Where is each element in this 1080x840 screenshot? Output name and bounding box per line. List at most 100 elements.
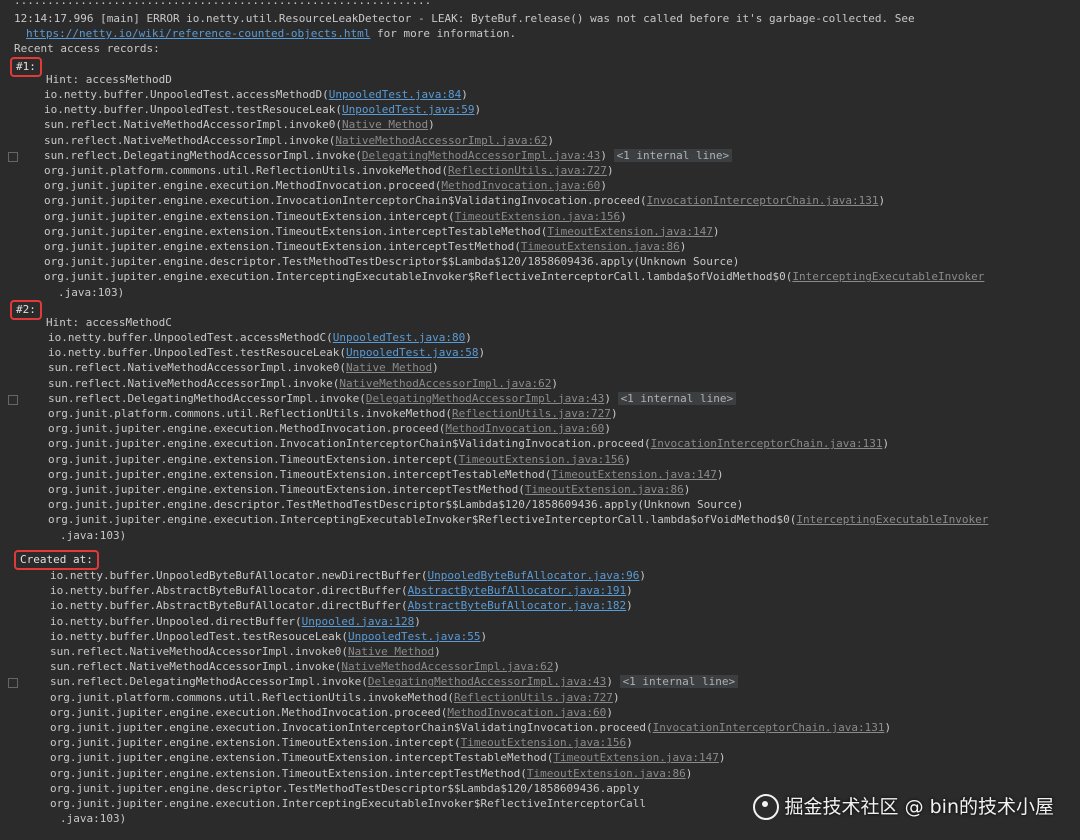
frame-suffix: )	[465, 331, 472, 344]
stack-frame: org.junit.platform.commons.util.Reflecti…	[44, 164, 614, 178]
internal-lines-toggle[interactable]: <1 internal line>	[619, 675, 739, 689]
stack-frame: org.junit.jupiter.engine.extension.Timeo…	[48, 483, 690, 497]
source-link[interactable]: TimeoutExtension.java:147	[551, 468, 717, 481]
frame-method: io.netty.buffer.UnpooledTest.testResouce…	[48, 346, 347, 360]
stack-frame: org.junit.jupiter.engine.extension.Timeo…	[48, 453, 631, 467]
header-fragment: ........................................…	[14, 0, 432, 7]
frame-method: org.junit.jupiter.engine.execution.Inter…	[50, 797, 647, 810]
frame-method: org.junit.jupiter.engine.extension.Timeo…	[44, 209, 455, 223]
stack-frame: org.junit.jupiter.engine.extension.Timeo…	[44, 210, 627, 224]
source-link[interactable]: MethodInvocation.java:60	[447, 706, 606, 719]
frame-method: org.junit.jupiter.engine.extension.Timeo…	[50, 751, 554, 765]
frame-suffix: )	[478, 346, 486, 360]
stack-frame: sun.reflect.NativeMethodAccessorImpl.inv…	[50, 660, 560, 674]
wiki-suffix: for more information.	[370, 27, 517, 40]
source-link[interactable]: UnpooledTest.java:59	[342, 103, 474, 116]
frame-method: sun.reflect.DelegatingMethodAccessorImpl…	[48, 391, 366, 405]
source-link[interactable]: Native Method	[342, 118, 428, 131]
source-link[interactable]: DelegatingMethodAccessorImpl.java:43	[366, 392, 604, 405]
frame-method: org.junit.jupiter.engine.execution.Invoc…	[48, 437, 651, 451]
stack-frame: org.junit.jupiter.engine.extension.Timeo…	[48, 468, 724, 482]
source-link[interactable]: Native Method	[348, 645, 434, 658]
frame-suffix: )	[428, 118, 435, 132]
source-link[interactable]: NativeMethodAccessorImpl.java:62	[335, 134, 547, 147]
stack-frame: sun.reflect.NativeMethodAccessorImpl.inv…	[44, 134, 554, 148]
frame-suffix: )	[620, 209, 627, 223]
source-link[interactable]: UnpooledTest.java:84	[329, 88, 461, 101]
frame-method: io.netty.buffer.AbstractByteBufAllocator…	[50, 599, 408, 613]
frame-method: sun.reflect.DelegatingMethodAccessorImpl…	[50, 675, 368, 689]
source-link[interactable]: DelegatingMethodAccessorImpl.java:43	[362, 149, 600, 162]
frame-method: org.junit.jupiter.engine.extension.Timeo…	[48, 467, 552, 481]
stack-frame: org.junit.jupiter.engine.extension.Timeo…	[50, 736, 633, 750]
source-link[interactable]: Unpooled.java:128	[302, 615, 415, 628]
frame-suffix: )	[878, 194, 886, 208]
frame-method: org.junit.jupiter.engine.extension.Timeo…	[48, 483, 525, 496]
frame-method: sun.reflect.NativeMethodAccessorImpl.inv…	[50, 660, 342, 674]
source-link[interactable]: InvocationInterceptorChain.java:131	[651, 437, 883, 450]
frame-method: org.junit.jupiter.engine.execution.Invoc…	[44, 194, 647, 208]
frame-suffix: )	[624, 452, 631, 466]
source-link[interactable]: ReflectionUtils.java:727	[448, 164, 607, 177]
source-link[interactable]: DelegatingMethodAccessorImpl.java:43	[368, 675, 606, 688]
frame-method: io.netty.buffer.Unpooled.directBuffer(	[50, 614, 302, 628]
fold-icon[interactable]	[8, 678, 18, 689]
source-link[interactable]: InterceptingExecutableInvoker	[792, 270, 984, 283]
frame-method: io.netty.buffer.UnpooledTest.testResouce…	[50, 629, 349, 643]
frame-suffix: )	[610, 407, 618, 420]
frame-method: io.netty.buffer.UnpooledTest.accessMetho…	[44, 88, 329, 101]
stack-frame: org.junit.jupiter.engine.descriptor.Test…	[48, 498, 743, 512]
source-link[interactable]: MethodInvocation.java:60	[445, 422, 604, 435]
frame-suffix: )	[551, 376, 558, 390]
frame-suffix: )	[414, 614, 421, 628]
source-link[interactable]: Native Method	[346, 361, 432, 374]
source-link[interactable]: TimeoutExtension.java:86	[527, 767, 686, 780]
watermark: 掘金技术社区 @ bin的技术小屋	[752, 792, 1054, 820]
source-link[interactable]: ReflectionUtils.java:727	[454, 691, 613, 704]
source-link[interactable]: TimeoutExtension.java:147	[553, 751, 719, 764]
frame-suffix: )	[626, 736, 633, 750]
source-link[interactable]: UnpooledTest.java:55	[348, 630, 480, 643]
wiki-link[interactable]: https://netty.io/wiki/reference-counted-…	[26, 27, 370, 40]
frame-method: org.junit.jupiter.engine.descriptor.Test…	[50, 781, 640, 795]
wrapped-line: .java:103)	[58, 285, 125, 299]
frame-suffix: )	[679, 240, 687, 253]
wrapped-line: .java:103)	[60, 812, 127, 826]
source-link[interactable]: NativeMethodAccessorImpl.java:62	[341, 660, 553, 673]
frame-method: sun.reflect.NativeMethodAccessorImpl.inv…	[48, 361, 347, 375]
fold-icon[interactable]	[8, 394, 18, 405]
source-link[interactable]: TimeoutExtension.java:156	[455, 210, 621, 223]
source-link[interactable]: UnpooledTest.java:80	[333, 331, 465, 344]
source-link[interactable]: TimeoutExtension.java:156	[459, 453, 625, 466]
source-link[interactable]: AbstractByteBufAllocator.java:191	[408, 584, 627, 597]
source-link[interactable]: UnpooledByteBufAllocator.java:96	[428, 569, 640, 582]
source-link[interactable]: ReflectionUtils.java:727	[452, 407, 611, 420]
frame-method: org.junit.jupiter.engine.extension.Timeo…	[50, 766, 527, 780]
stack-frame: sun.reflect.DelegatingMethodAccessorImpl…	[44, 148, 733, 163]
frame-method: org.junit.jupiter.engine.execution.Metho…	[44, 179, 442, 193]
source-link[interactable]: TimeoutExtension.java:86	[521, 240, 680, 253]
frame-suffix: )	[718, 751, 726, 765]
internal-lines-toggle[interactable]: <1 internal line>	[613, 148, 733, 162]
stack-frame: org.junit.jupiter.engine.execution.Invoc…	[44, 194, 885, 208]
source-link[interactable]: UnpooledTest.java:58	[346, 346, 478, 359]
frame-suffix: )	[712, 224, 720, 238]
fold-icon[interactable]	[8, 151, 18, 162]
source-link[interactable]: TimeoutExtension.java:156	[461, 736, 627, 749]
frame-suffix: )	[434, 645, 441, 658]
source-link[interactable]: InterceptingExecutableInvoker	[796, 513, 988, 526]
internal-lines-toggle[interactable]: <1 internal line>	[617, 391, 737, 405]
frame-method: org.junit.jupiter.engine.extension.Timeo…	[44, 224, 548, 238]
stack-frame: org.junit.jupiter.engine.execution.Metho…	[50, 706, 613, 720]
source-link[interactable]: MethodInvocation.java:60	[441, 179, 600, 192]
source-link[interactable]: InvocationInterceptorChain.java:131	[653, 721, 885, 734]
frame-suffix: )	[553, 660, 560, 674]
source-link[interactable]: InvocationInterceptorChain.java:131	[647, 194, 879, 207]
source-link[interactable]: TimeoutExtension.java:147	[547, 225, 713, 238]
frame-suffix: )	[683, 483, 691, 496]
frame-suffix: )	[461, 88, 468, 101]
frame-method: org.junit.jupiter.engine.execution.Inter…	[44, 270, 793, 284]
source-link[interactable]: NativeMethodAccessorImpl.java:62	[339, 377, 551, 390]
source-link[interactable]: AbstractByteBufAllocator.java:182	[408, 599, 627, 612]
source-link[interactable]: TimeoutExtension.java:86	[525, 483, 684, 496]
